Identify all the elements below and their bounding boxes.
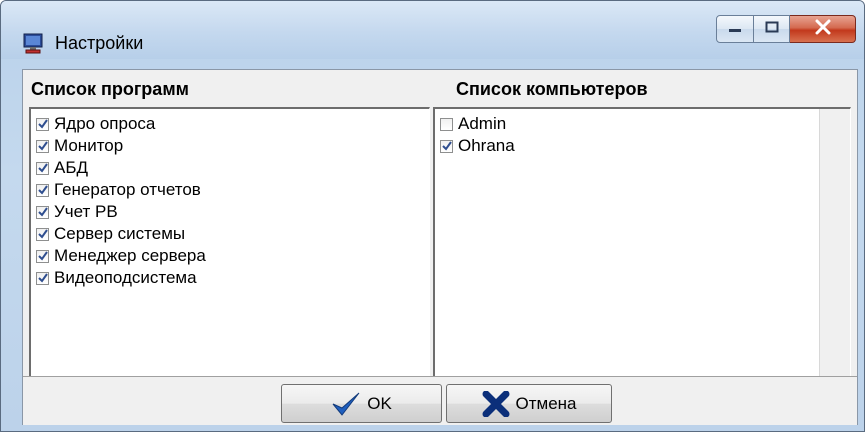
checkmark-icon	[331, 391, 361, 417]
checked-checkbox[interactable]	[36, 161, 49, 175]
checked-checkbox[interactable]	[36, 205, 49, 219]
checked-checkbox[interactable]	[36, 227, 49, 241]
minimize-button[interactable]	[716, 15, 754, 43]
checked-checkbox[interactable]	[440, 139, 453, 153]
window-title: Настройки	[55, 33, 144, 53]
settings-window: Настройки Список программ Список компьют…	[0, 0, 865, 432]
close-button[interactable]	[790, 15, 856, 43]
computers-header: Список компьютеров	[456, 79, 648, 99]
checked-checkbox[interactable]	[36, 139, 49, 153]
cancel-label: Отмена	[515, 393, 577, 413]
minimize-icon	[728, 20, 742, 38]
close-icon	[814, 19, 832, 40]
list-item[interactable]: АБД	[31, 157, 429, 179]
cancel-button[interactable]: Отмена	[446, 384, 612, 423]
list-item-label: Менеджер сервера	[54, 246, 206, 265]
list-item-label: АБД	[54, 158, 89, 177]
list-item-label: Ядро опроса	[54, 114, 156, 133]
computer-icon	[22, 32, 44, 54]
list-item-label: Admin	[458, 114, 507, 133]
list-item-label: Ohrana	[458, 136, 515, 155]
list-item-label: Генератор отчетов	[54, 180, 201, 199]
checked-checkbox[interactable]	[36, 117, 49, 131]
maximize-button[interactable]	[754, 15, 790, 43]
title-bar[interactable]: Настройки	[1, 1, 864, 59]
list-item[interactable]: Монитор	[31, 135, 429, 157]
maximize-icon	[765, 20, 779, 38]
caption-buttons	[716, 15, 856, 45]
list-item-label: Видеоподсистема	[54, 268, 197, 287]
list-item-label: Монитор	[54, 136, 124, 155]
ok-label: OK	[367, 393, 392, 413]
button-bar: OK Отмена	[23, 376, 857, 425]
computers-list[interactable]: Admin Ohrana	[433, 107, 851, 377]
list-item-label: Учет РВ	[54, 202, 118, 221]
dialog-client-area: Список программ Список компьютеров Ядро …	[22, 69, 858, 425]
list-item[interactable]: Генератор отчетов	[31, 179, 429, 201]
programs-header: Список программ	[31, 79, 189, 99]
x-icon	[482, 390, 510, 417]
list-item[interactable]: Admin	[435, 113, 850, 135]
list-item[interactable]: Менеджер сервера	[31, 245, 429, 267]
programs-list[interactable]: Ядро опроса Монитор АБД Генератор отчетов Уч…	[29, 107, 430, 377]
checked-checkbox[interactable]	[36, 271, 49, 285]
list-item-label: Сервер системы	[54, 224, 186, 243]
checked-checkbox[interactable]	[36, 249, 49, 263]
list-item[interactable]: Сервер системы	[31, 223, 429, 245]
list-item[interactable]: Ядро опроса	[31, 113, 429, 135]
list-item[interactable]: Учет РВ	[31, 201, 429, 223]
unchecked-checkbox[interactable]	[440, 117, 453, 131]
list-item[interactable]: Видеоподсистема	[31, 267, 429, 289]
checked-checkbox[interactable]	[36, 183, 49, 197]
ok-button[interactable]: OK	[281, 384, 442, 423]
list-item[interactable]: Ohrana	[435, 135, 850, 157]
scrollbar[interactable]	[819, 109, 850, 376]
